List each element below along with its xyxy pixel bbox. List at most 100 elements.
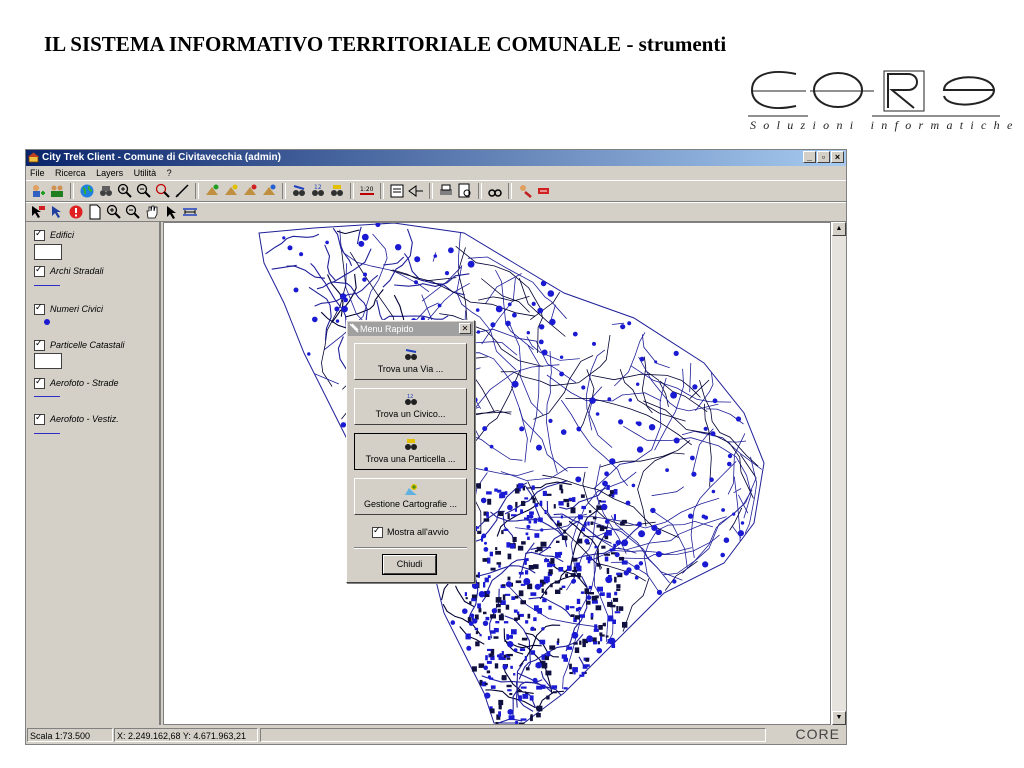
find-parcel-button[interactable]: Trova una Particella ... [354,433,467,470]
menu-help[interactable]: ? [167,168,172,178]
building-block [525,532,529,536]
building-block [582,672,585,677]
building-block [503,654,507,658]
binoculars-icon [404,349,417,360]
properties-icon[interactable] [389,183,405,199]
status-coordinates: X: 2.249.162,68 Y: 4.671.963,21 [114,728,258,742]
civic-number-point [541,349,548,356]
civic-number-point [727,461,732,467]
building-block [613,543,616,548]
layer-edifici[interactable]: Edifici [34,228,74,242]
layer-particelle-catastali[interactable]: Particelle Catastali [34,338,125,352]
dialog-titlebar[interactable]: Menu Rapido ✕ [348,322,473,336]
window-titlebar[interactable]: City Trek Client - Comune di Civitavecch… [26,150,846,166]
layer-label: Aerofoto - Strade [50,378,119,388]
zoom-out-icon[interactable] [136,183,152,199]
search-binoculars-icon[interactable] [487,183,503,199]
menu-layers[interactable]: Layers [96,168,123,178]
pan-hand-icon[interactable] [144,204,160,220]
maximize-button[interactable]: ▫ [817,151,830,163]
minimize-button[interactable]: _ [803,151,816,163]
layer-remove-icon[interactable] [242,183,258,199]
find-civic-icon[interactable]: 12 [310,183,326,199]
layer-checkbox[interactable] [34,228,45,242]
road-segment [324,244,336,281]
close-button[interactable]: × [831,151,844,163]
find-civic-button[interactable]: 12 Trova un Civico... [354,388,467,425]
print-preview-icon[interactable] [457,183,473,199]
new-user-icon[interactable] [30,183,46,199]
civic-number-point [720,552,725,558]
scale-icon[interactable]: 1:20 [359,183,375,199]
layer-edit-icon[interactable] [223,183,239,199]
scroll-down-arrow[interactable]: ▼ [832,711,846,725]
layer-archi-stradali[interactable]: Archi Stradali [34,264,104,278]
print-icon[interactable] [438,183,454,199]
select-arrow-icon[interactable] [49,204,65,220]
layer-checkbox[interactable] [34,338,45,352]
exit-icon[interactable] [536,183,552,199]
dialog-close-button[interactable]: Chiudi [382,554,437,575]
find-parcel-icon[interactable] [329,183,345,199]
building-block [550,583,553,588]
civic-number-point [433,254,438,258]
building-block [560,515,563,519]
select-feature-icon[interactable] [30,204,46,220]
layer-numeri-civici[interactable]: Numeri Civici [34,302,103,316]
find-street-button[interactable]: Trova una Via ... [354,343,467,380]
dialog-close-icon[interactable]: ✕ [459,323,471,334]
measure-icon[interactable] [408,183,424,199]
measure-distance-icon[interactable] [182,204,198,220]
binoculars-icon[interactable] [98,183,114,199]
zoom-extent-icon[interactable] [155,183,171,199]
building-block [566,502,570,508]
scroll-up-arrow[interactable]: ▲ [832,222,846,236]
globe-icon[interactable] [79,183,95,199]
map-canvas[interactable] [163,222,831,725]
road-segment [500,466,589,481]
menu-file[interactable]: File [30,168,45,178]
layer-checkbox[interactable] [34,376,45,390]
building-block [569,606,575,609]
zoom-in-icon[interactable] [117,183,133,199]
info-icon[interactable] [68,204,84,220]
zoom-in-icon[interactable] [106,204,122,220]
civic-number-point [335,319,340,323]
pointer-icon[interactable] [163,204,179,220]
map-drawing [258,223,765,724]
zoom-out-icon[interactable] [125,204,141,220]
civic-number-point [548,418,553,423]
civic-number-point [581,385,586,390]
layer-checkbox[interactable] [34,264,45,278]
layer-aerofoto-vestiz[interactable]: Aerofoto - Vestiz. [34,412,119,426]
manage-maps-button[interactable]: Gestione Cartografie ... [354,478,467,515]
tools-icon[interactable] [517,183,533,199]
layer-symbol-box [34,353,62,369]
civic-number-point [559,355,564,359]
layer-props-icon[interactable] [261,183,277,199]
layer-checkbox[interactable] [34,412,45,426]
building-block [621,560,628,565]
show-at-startup-checkbox[interactable]: Mostra all'avvio [372,525,449,539]
users-icon[interactable] [49,183,65,199]
civic-number-point [737,530,745,537]
draw-line-icon[interactable] [174,183,190,199]
find-street-icon[interactable] [291,183,307,199]
building-block [600,634,605,637]
civic-number-point [636,382,640,386]
button-label: Trova una Particella ... [365,454,456,464]
map-vertical-scrollbar[interactable]: ▲ ▼ [831,222,846,725]
building-block [546,651,551,657]
layer-checkbox[interactable] [34,302,45,316]
menu-ricerca[interactable]: Ricerca [55,168,86,178]
layer-aerofoto-strade[interactable]: Aerofoto - Strade [34,376,119,390]
building-block [497,489,502,493]
civic-number-point [571,578,577,584]
building-block [498,511,504,516]
checkbox-box[interactable] [372,525,383,539]
layer-add-icon[interactable] [204,183,220,199]
building-block [533,518,537,524]
menu-utilita[interactable]: Utilità [134,168,157,178]
building-block [582,664,588,669]
document-icon[interactable] [87,204,103,220]
